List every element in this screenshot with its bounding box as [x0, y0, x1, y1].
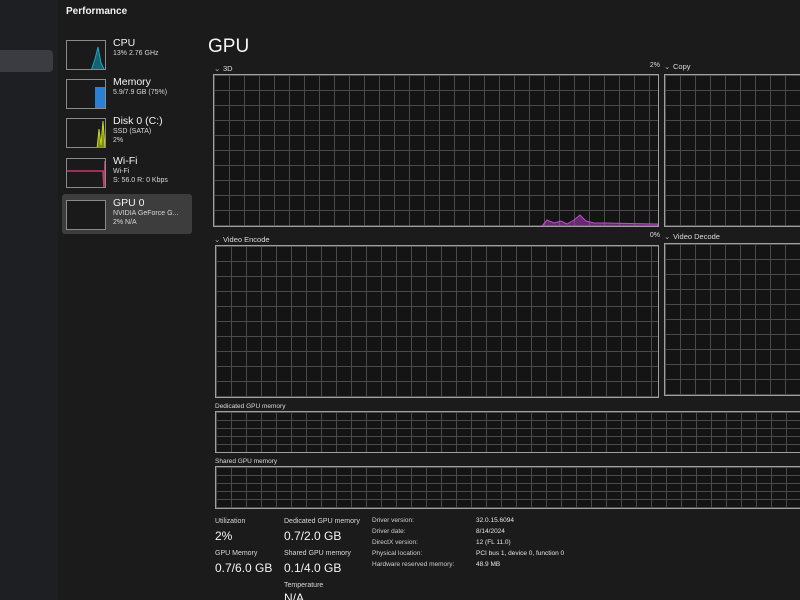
- device-detail: 2%: [113, 137, 124, 144]
- reserved-memory-label: Hardware reserved memory:: [372, 561, 455, 568]
- device-detail: Wi-Fi: [113, 168, 130, 175]
- driver-version-label: Driver version:: [372, 517, 414, 524]
- device-detail: SSD (SATA): [113, 128, 152, 135]
- device-detail: 5.9/7.9 GB (75%): [113, 89, 168, 96]
- graph-caption-video-decode[interactable]: ⌄ Video Decode: [664, 232, 720, 241]
- chevron-down-icon: ⌄: [664, 62, 671, 71]
- shared-memory-value: 0.1/4.0 GB: [284, 561, 342, 575]
- graph-caption-dedicated-memory: Dedicated GPU memory: [215, 403, 286, 410]
- graph-video-encode: [215, 245, 659, 398]
- nav-selected-item[interactable]: [0, 50, 53, 72]
- memory-thumbnail: [66, 79, 106, 109]
- device-detail: 13% 2.76 GHz: [113, 50, 159, 57]
- dedicated-memory-label: Dedicated GPU memory: [284, 518, 360, 525]
- device-item-gpu[interactable]: GPU 0 NVIDIA GeForce G... 2% N/A: [62, 194, 192, 234]
- device-item-wifi[interactable]: Wi-Fi Wi-Fi S: 56.0 R: 0 Kbps: [62, 152, 192, 192]
- chevron-down-icon: ⌄: [664, 232, 671, 241]
- driver-version-value: 32.0.15.6094: [476, 517, 514, 524]
- gpu-thumbnail: [66, 200, 106, 230]
- utilization-label: Utilization: [215, 518, 246, 525]
- device-detail: NVIDIA GeForce G...: [113, 210, 179, 217]
- device-item-memory[interactable]: Memory 5.9/7.9 GB (75%): [62, 73, 192, 113]
- graph-3d-percent: 2%: [649, 62, 660, 69]
- device-detail: S: 56.0 R: 0 Kbps: [113, 177, 168, 184]
- graph-3d-trace: [541, 214, 658, 226]
- device-name: GPU 0: [113, 197, 145, 209]
- dedicated-memory-value: 0.7/2.0 GB: [284, 529, 342, 543]
- device-item-disk[interactable]: Disk 0 (C:) SSD (SATA) 2%: [62, 112, 192, 152]
- graph-dedicated-memory: [215, 411, 800, 453]
- graph-caption-3d[interactable]: ⌄ 3D: [214, 64, 233, 73]
- device-item-cpu[interactable]: CPU 13% 2.76 GHz: [62, 34, 192, 74]
- graph-encode-percent: 0%: [649, 232, 660, 239]
- reserved-memory-value: 48.9 MB: [476, 561, 501, 568]
- graph-video-decode: [664, 243, 800, 396]
- device-name: Wi-Fi: [113, 155, 138, 167]
- gpu-memory-label: GPU Memory: [215, 550, 258, 557]
- temperature-value: N/A: [284, 591, 305, 600]
- temperature-label: Temperature: [284, 582, 324, 589]
- navigation-strip: [0, 0, 58, 600]
- physical-location-label: Physical location:: [372, 550, 423, 557]
- graph-caption-shared-memory: Shared GPU memory: [215, 458, 278, 465]
- graph-shared-memory: [215, 466, 800, 509]
- directx-version-label: DirectX version:: [372, 539, 418, 546]
- page-title: Performance: [66, 6, 128, 17]
- wifi-thumbnail: [66, 158, 106, 188]
- graph-caption-copy[interactable]: ⌄ Copy: [664, 62, 691, 71]
- chevron-down-icon: ⌄: [214, 235, 221, 244]
- graph-3d: [213, 74, 659, 227]
- graph-caption-video-encode[interactable]: ⌄ Video Encode: [214, 235, 270, 244]
- gpu-memory-value: 0.7/6.0 GB: [215, 561, 273, 575]
- graph-copy: [664, 74, 800, 227]
- driver-date-value: 8/14/2024: [476, 528, 505, 535]
- disk-thumbnail: [66, 118, 106, 148]
- shared-memory-label: Shared GPU memory: [284, 550, 351, 557]
- device-name: Memory: [113, 76, 151, 88]
- chevron-down-icon: ⌄: [214, 64, 221, 73]
- cpu-thumbnail: [66, 40, 106, 70]
- device-name: CPU: [113, 37, 136, 49]
- gpu-title: GPU: [208, 36, 250, 57]
- performance-panel: Performance CPU 13% 2.76 GHz Memory 5.9/…: [58, 0, 800, 600]
- physical-location-value: PCI bus 1, device 0, function 0: [476, 550, 565, 557]
- directx-version-value: 12 (FL 11.0): [476, 539, 511, 546]
- device-detail: 2% N/A: [113, 219, 137, 226]
- device-name: Disk 0 (C:): [113, 115, 163, 127]
- driver-date-label: Driver date:: [372, 528, 406, 535]
- utilization-value: 2%: [215, 529, 233, 543]
